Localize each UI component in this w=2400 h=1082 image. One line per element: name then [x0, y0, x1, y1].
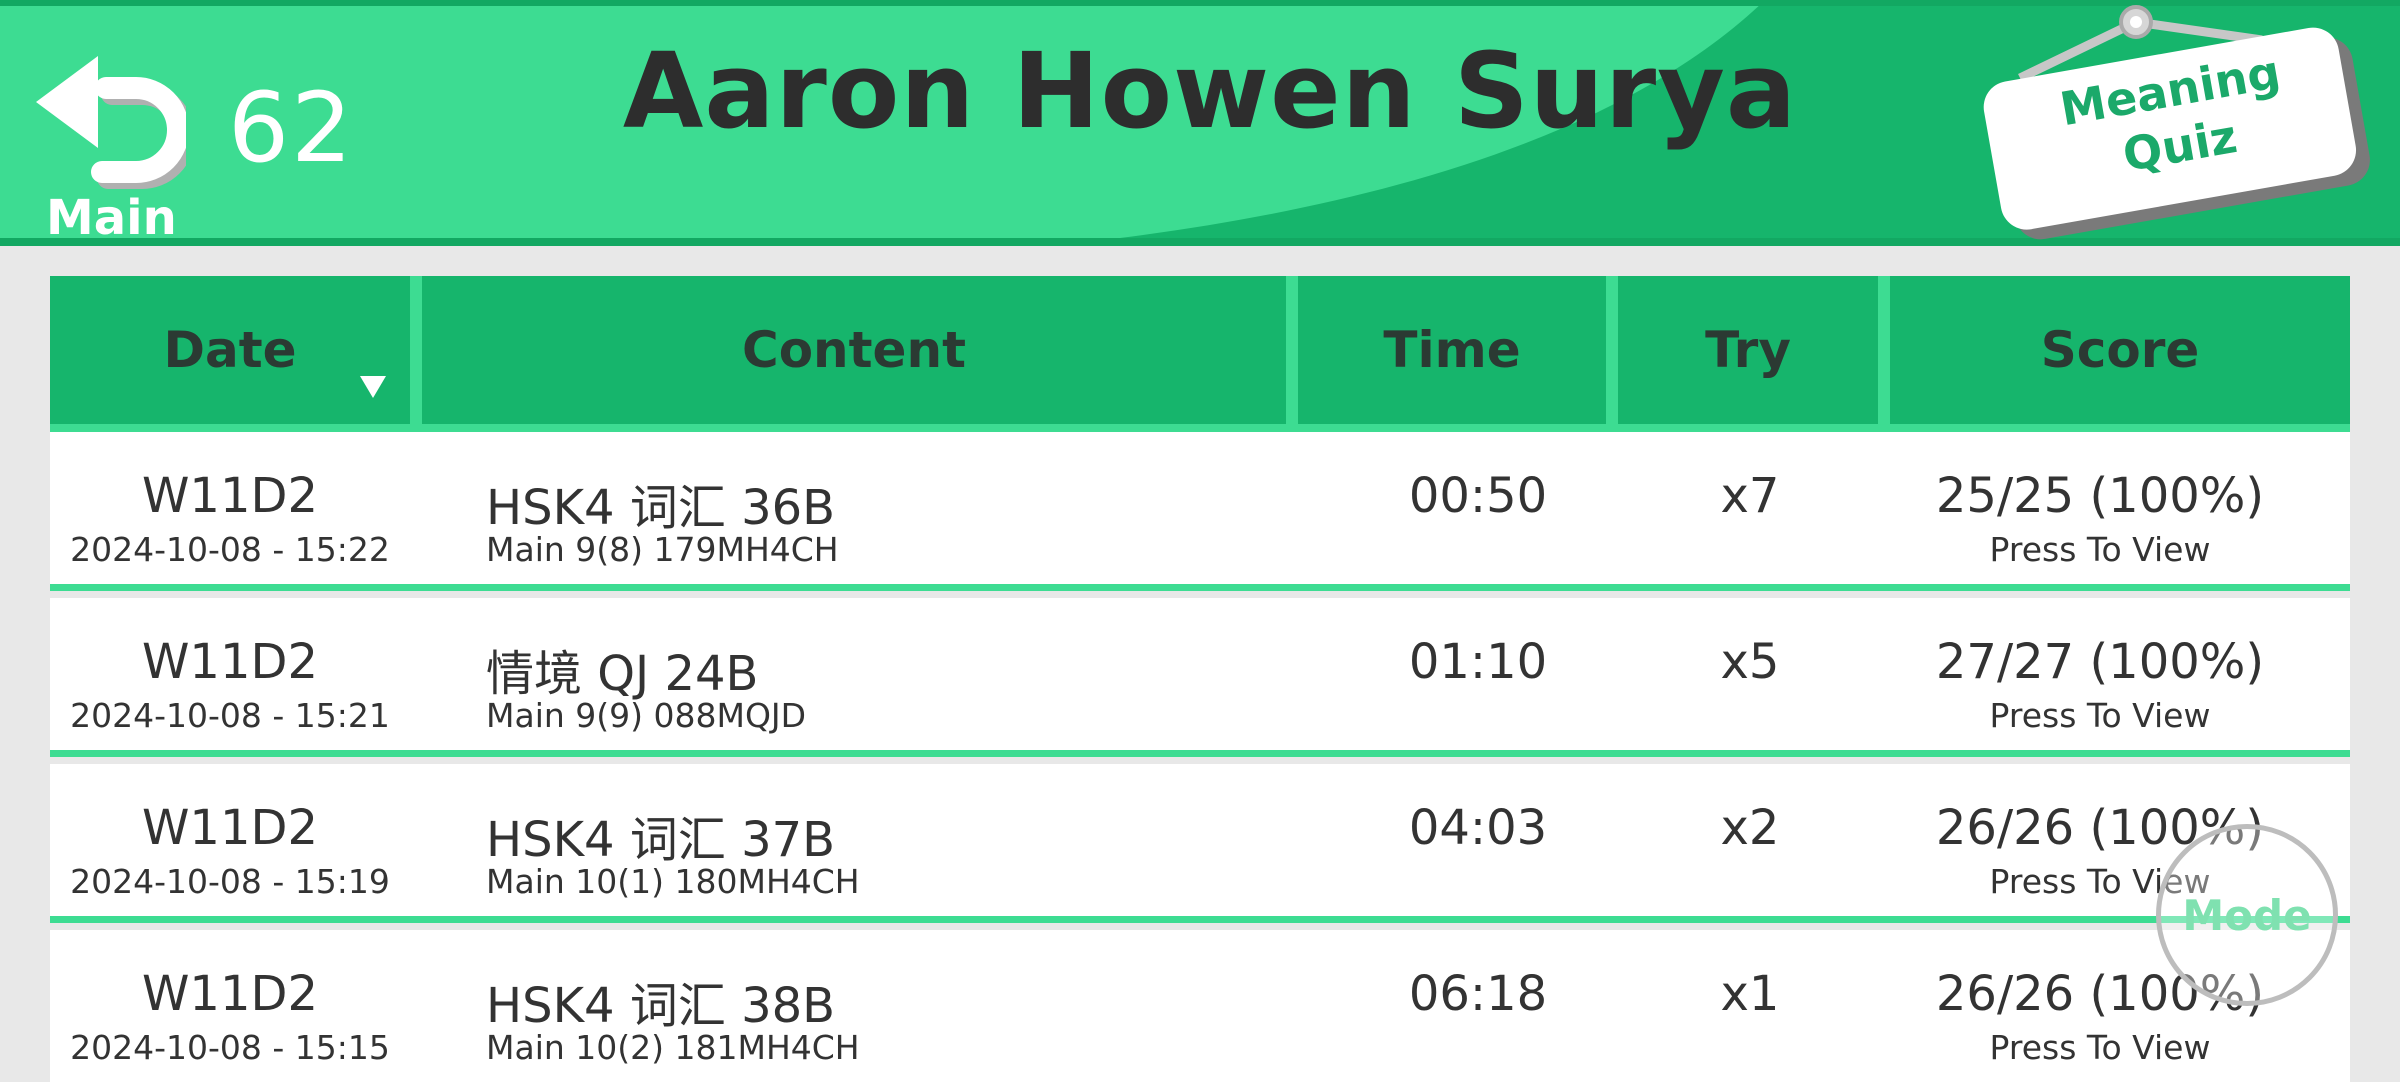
- table-row[interactable]: W11D2 2024-10-08 - 15:19 HSK4 词汇 37B Mai…: [50, 764, 2350, 923]
- row-content: HSK4 词汇 38B: [486, 978, 836, 1034]
- mode-button[interactable]: Mode: [2156, 824, 2338, 1006]
- press-to-view-link[interactable]: Press To View: [1850, 696, 2350, 735]
- row-date: W11D2: [141, 634, 319, 690]
- column-header-try: Try: [1618, 276, 1878, 424]
- column-header-label: Try: [1705, 321, 1791, 379]
- table-header: Date Content Time Try Score: [50, 276, 2350, 432]
- row-datetime: 2024-10-08 - 15:19: [70, 862, 390, 901]
- history-table: Date Content Time Try Score W11D2 2024-1…: [50, 276, 2350, 1082]
- row-content-sub: Main 10(2) 181MH4CH: [486, 1028, 860, 1067]
- back-label: Main: [46, 190, 177, 246]
- column-header-score: Score: [1890, 276, 2350, 424]
- row-datetime: 2024-10-08 - 15:22: [70, 530, 390, 569]
- row-content: HSK4 词汇 36B: [486, 480, 836, 536]
- column-header-label: Score: [2040, 321, 2200, 379]
- triangle-down-icon: [360, 376, 386, 398]
- row-content-sub: Main 9(8) 179MH4CH: [486, 530, 839, 569]
- column-header-content: Content: [422, 276, 1286, 424]
- column-header-label: Content: [742, 321, 966, 379]
- row-content: 情境 QJ 24B: [486, 646, 759, 702]
- counter-value: 62: [228, 72, 355, 184]
- undo-arrow-icon: [36, 56, 186, 189]
- column-header-date[interactable]: Date: [50, 276, 410, 424]
- press-to-view-link[interactable]: Press To View: [1850, 1028, 2350, 1067]
- row-datetime: 2024-10-08 - 15:15: [70, 1028, 390, 1067]
- row-date: W11D2: [141, 468, 319, 524]
- header-bar: Main 62 Aaron Howen Surya Meaning Quiz: [0, 0, 2400, 246]
- row-datetime: 2024-10-08 - 15:21: [70, 696, 390, 735]
- column-header-time: Time: [1298, 276, 1606, 424]
- table-row[interactable]: W11D2 2024-10-08 - 15:21 情境 QJ 24B Main …: [50, 598, 2350, 757]
- press-to-view-link[interactable]: Press To View: [1850, 530, 2350, 569]
- mode-label: Mode: [2182, 891, 2312, 940]
- row-date: W11D2: [141, 966, 319, 1022]
- table-row[interactable]: W11D2 2024-10-08 - 15:15 HSK4 词汇 38B Mai…: [50, 930, 2350, 1082]
- back-main-button[interactable]: Main: [36, 50, 196, 246]
- table-row[interactable]: W11D2 2024-10-08 - 15:22 HSK4 词汇 36B Mai…: [50, 432, 2350, 591]
- row-score: 27/27 (100%): [1935, 634, 2265, 690]
- column-header-label: Date: [163, 321, 297, 379]
- page-title: Aaron Howen Surya: [622, 30, 1798, 152]
- row-date: W11D2: [141, 800, 319, 856]
- column-header-label: Time: [1383, 321, 1521, 379]
- row-content-sub: Main 9(9) 088MQJD: [486, 696, 807, 735]
- row-score: 25/25 (100%): [1935, 468, 2265, 524]
- row-content-sub: Main 10(1) 180MH4CH: [486, 862, 860, 901]
- row-content: HSK4 词汇 37B: [486, 812, 836, 868]
